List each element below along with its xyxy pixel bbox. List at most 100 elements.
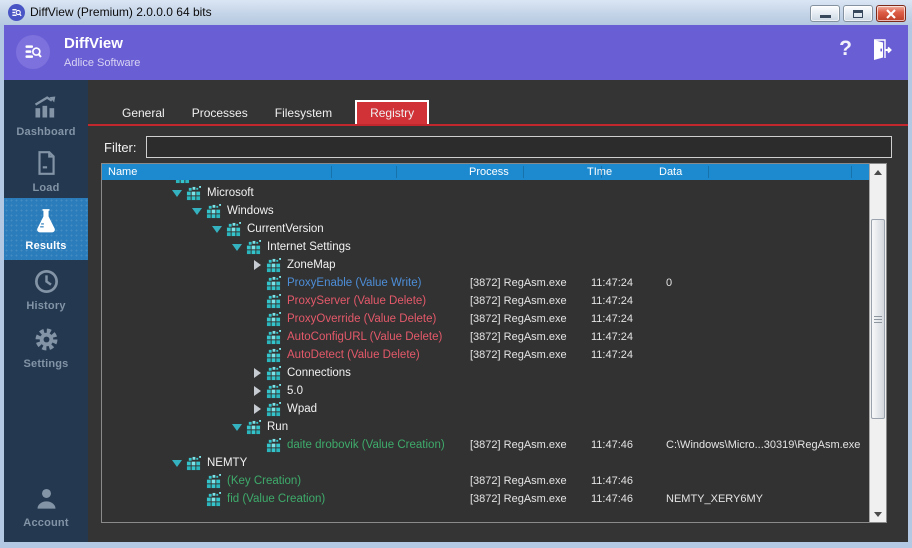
app-title: DiffView [64,35,123,52]
row-time: 11:47:24 [591,346,633,364]
account-person-icon [31,483,61,513]
table-header: Name Process TIme Data [102,164,869,180]
tree-indent-spacer [250,348,264,362]
row-name: fid (Value Creation) [227,493,325,505]
tab-underline [88,124,908,126]
sidebar-item-dashboard[interactable]: Dashboard [4,86,88,144]
table-row[interactable]: ZoneMap [102,256,869,274]
row-name: Microsoft [207,187,254,199]
tab-filesystem[interactable]: Filesystem [271,102,336,124]
row-time: 11:47:46 [591,490,633,508]
table-row[interactable]: Microsoft [102,184,869,202]
table-row[interactable]: AutoDetect (Value Delete)[3872] RegAsm.e… [102,346,869,364]
collapse-toggle-expanded[interactable] [210,222,224,236]
table-row[interactable]: Run [102,418,869,436]
collapse-toggle-expanded[interactable] [170,456,184,470]
maximize-icon [853,10,863,18]
table-row[interactable]: daite drobovik (Value Creation)[3872] Re… [102,436,869,454]
exit-button[interactable] [868,38,892,62]
row-name: AutoConfigURL (Value Delete) [287,331,442,343]
table-row[interactable]: NEMTY [102,454,869,472]
sidebar-item-account[interactable]: Account [4,474,88,538]
table-row[interactable]: Internet Settings [102,238,869,256]
registry-key-icon [266,384,281,399]
dashboard-icon [31,92,61,122]
registry-key-icon [266,276,281,291]
app-taskbar-icon [8,4,25,21]
close-button[interactable] [876,5,906,22]
sidebar-item-load[interactable]: Load [4,144,88,198]
tree-indent-spacer [250,312,264,326]
table-row[interactable]: (Key Creation)[3872] RegAsm.exe11:47:46 [102,472,869,490]
sidebar-item-label: History [26,300,65,312]
registry-tree-table: Name Process TIme Data Microsoft Windows C… [101,163,887,523]
app-header: DiffView Adlice Software ? [4,25,908,80]
vertical-scrollbar[interactable] [869,164,886,522]
row-name: NEMTY [207,457,247,469]
filter-row: Filter: [104,136,892,158]
row-name: Windows [227,205,274,217]
collapse-toggle-expanded[interactable] [230,240,244,254]
row-name: daite drobovik (Value Creation) [287,439,445,451]
expand-toggle-collapsed[interactable] [250,402,264,416]
registry-key-icon [266,294,281,309]
settings-gear-icon [31,324,61,354]
column-header-name[interactable]: Name [108,164,137,180]
scroll-up-button[interactable] [870,164,886,180]
collapse-toggle-expanded[interactable] [190,204,204,218]
expand-toggle-collapsed[interactable] [250,384,264,398]
collapse-toggle-expanded[interactable] [170,186,184,200]
app-window: DiffView (Premium) 2.0.0.0 64 bits Diff [0,0,912,548]
scrollbar-thumb[interactable] [871,219,885,419]
tab-processes[interactable]: Processes [188,102,252,124]
results-flask-icon [31,206,61,236]
row-time: 11:47:46 [591,436,633,454]
column-header-data[interactable]: Data [659,164,682,180]
sidebar-item-history[interactable]: History [4,260,88,318]
table-row[interactable]: Wpad [102,400,869,418]
collapse-toggle-expanded[interactable] [230,420,244,434]
tab-registry[interactable]: Registry [355,100,429,125]
tab-general[interactable]: General [118,102,169,124]
table-row[interactable]: fid (Value Creation) [3872] RegAsm.exe 11:… [102,490,869,508]
filter-input[interactable] [146,136,893,158]
sidebar-item-results[interactable]: Results [4,198,88,260]
registry-key-icon [246,240,261,255]
scroll-up-icon [874,170,882,175]
row-process: [3872] RegAsm.exe [470,472,567,490]
scroll-down-button[interactable] [870,506,886,522]
row-data: C:\Windows\Micro...30319\RegAsm.exe [666,436,860,454]
maximize-button[interactable] [843,5,873,22]
table-row[interactable]: AutoConfigURL (Value Delete)[3872] RegAs… [102,328,869,346]
table-row[interactable]: ProxyEnable (Value Write)[3872] RegAsm.e… [102,274,869,292]
table-row[interactable]: Windows [102,202,869,220]
app-logo-icon [16,35,50,69]
registry-key-icon [266,402,281,417]
row-process: [3872] RegAsm.exe [470,490,567,508]
row-time: 11:47:24 [591,274,633,292]
sidebar-item-settings[interactable]: Settings [4,318,88,376]
column-header-process[interactable]: Process [469,164,509,180]
table-row[interactable]: CurrentVersion [102,220,869,238]
table-row[interactable]: Connections [102,364,869,382]
tree-indent-spacer [250,294,264,308]
row-name: 5.0 [287,385,303,397]
table-row[interactable]: 5.0 [102,382,869,400]
minimize-button[interactable] [810,5,840,22]
row-name: (Key Creation) [227,475,301,487]
table-row[interactable]: ProxyOverride (Value Delete)[3872] RegAs… [102,310,869,328]
row-name: Internet Settings [267,241,351,253]
expand-toggle-collapsed[interactable] [250,258,264,272]
row-name: ZoneMap [287,259,336,271]
table-row[interactable]: ProxyServer (Value Delete)[3872] RegAsm.… [102,292,869,310]
title-bar: DiffView (Premium) 2.0.0.0 64 bits [0,0,912,25]
row-name: ProxyOverride (Value Delete) [287,313,436,325]
help-button[interactable]: ? [839,37,852,61]
row-process: [3872] RegAsm.exe [470,274,567,292]
expand-toggle-collapsed[interactable] [250,366,264,380]
tree-indent-spacer [250,330,264,344]
sidebar: DashboardLoadResults History Settings Accou… [4,80,88,542]
registry-key-icon [266,258,281,273]
column-header-time[interactable]: TIme [587,164,612,180]
tree-indent-spacer [190,492,204,506]
